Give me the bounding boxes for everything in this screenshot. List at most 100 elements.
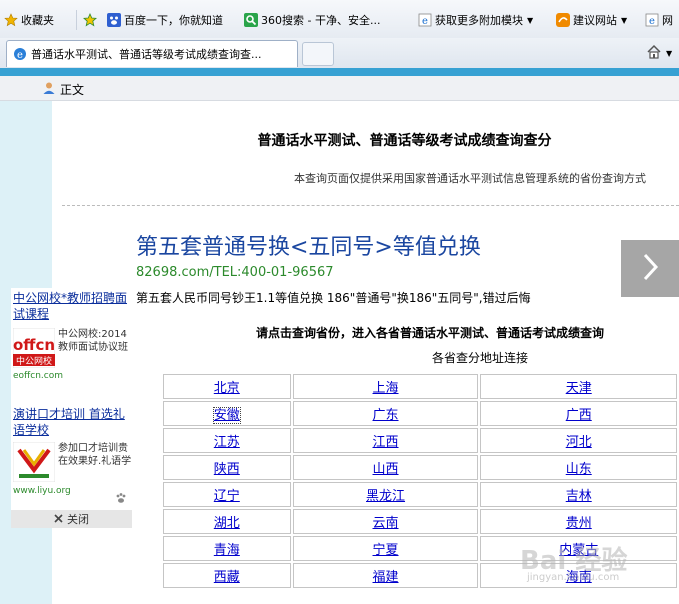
- province-link[interactable]: 广东: [373, 408, 399, 423]
- svg-text:e: e: [17, 50, 23, 61]
- province-cell: 江苏: [163, 428, 291, 453]
- user-icon: [42, 81, 56, 98]
- ad2-url[interactable]: www.liyu.org: [13, 486, 71, 496]
- watermark-url: jingyan.baidu.com: [527, 572, 620, 583]
- close-icon: [54, 513, 63, 526]
- dropdown-arrow-icon: ▼: [621, 15, 628, 25]
- province-link[interactable]: 黑龙江: [366, 489, 405, 504]
- ad1-text[interactable]: 中公网校:2014教师面试协议班: [58, 328, 132, 354]
- home-icon: [646, 44, 662, 63]
- province-link[interactable]: 宁夏: [373, 543, 399, 558]
- ie-icon: e: [13, 47, 27, 61]
- page-subtitle: 本查询页面仅提供采用国家普通话水平测试信息管理系统的省份查询方式: [294, 172, 646, 185]
- province-link[interactable]: 贵州: [566, 516, 592, 531]
- province-cell: 广东: [292, 401, 479, 426]
- table-row: 北京 上海 天津: [163, 374, 677, 399]
- favorites-button[interactable]: 收藏夹: [4, 12, 54, 28]
- province-cell: 北京: [163, 374, 291, 399]
- ad2-text[interactable]: 参加口才培训贵在效果好.礼语学: [58, 442, 132, 468]
- ad1-url[interactable]: eoffcn.com: [13, 371, 63, 381]
- province-cell: 宁夏: [292, 536, 479, 561]
- ad1-title[interactable]: 中公网校*教师招聘面试课程: [13, 290, 133, 322]
- liyu-logo[interactable]: [12, 441, 56, 483]
- table-row: 江苏 江西 河北: [163, 428, 677, 453]
- ad-url[interactable]: 82698.com/TEL:400-01-96567: [136, 265, 334, 280]
- province-link[interactable]: 北京: [214, 381, 240, 396]
- user-link[interactable]: 正文: [42, 81, 84, 98]
- chevron-right-icon: [640, 252, 660, 285]
- baidu-paw-icon: [107, 13, 121, 27]
- province-link[interactable]: 广西: [566, 408, 592, 423]
- province-cell: 贵州: [480, 509, 677, 534]
- province-cell: 天津: [480, 374, 677, 399]
- svg-text:中公网校: 中公网校: [16, 355, 52, 367]
- offcn-logo[interactable]: offcn 中公网校: [12, 327, 56, 369]
- province-link[interactable]: 湖北: [214, 516, 240, 531]
- table-row: 安徽 广东 广西: [163, 401, 677, 426]
- divider: [62, 205, 679, 206]
- dropdown-arrow-icon: ▼: [527, 15, 534, 25]
- province-cell: 江西: [292, 428, 479, 453]
- tab-active[interactable]: e 普通话水平测试、普通话等级考试成绩查询查...: [6, 40, 298, 67]
- province-link[interactable]: 云南: [373, 516, 399, 531]
- province-cell: 福建: [292, 563, 479, 588]
- province-link[interactable]: 山西: [373, 462, 399, 477]
- province-cell: 广西: [480, 401, 677, 426]
- add-favorite-button[interactable]: [83, 12, 100, 28]
- province-link[interactable]: 江苏: [214, 435, 240, 450]
- close-ad-button[interactable]: 关闭: [11, 510, 132, 528]
- star-add-icon: [83, 13, 97, 27]
- paw-icon: [115, 492, 127, 507]
- province-link[interactable]: 河北: [566, 435, 592, 450]
- province-cell: 山西: [292, 455, 479, 480]
- svg-text:e: e: [422, 16, 428, 27]
- province-link[interactable]: 山东: [566, 462, 592, 477]
- ad-description[interactable]: 第五套人民币同号钞王1.1等值兑换 186"普通号"换186"五同号",错过后悔: [136, 289, 531, 306]
- table-row: 辽宁 黑龙江 吉林: [163, 482, 677, 507]
- favorites-bar: 收藏夹 百度一下，你就知道 360搜索 - 干净、安全... e 获取更多附加模…: [0, 0, 679, 38]
- page-title: 普通话水平测试、普通话等级考试成绩查询查分: [257, 133, 552, 149]
- ie-icon: e: [645, 13, 659, 27]
- svg-text:e: e: [649, 16, 655, 27]
- ie-icon: e: [418, 13, 432, 27]
- province-link[interactable]: 辽宁: [214, 489, 240, 504]
- home-button[interactable]: ▼: [646, 44, 672, 63]
- province-cell: 云南: [292, 509, 479, 534]
- fav-item-web[interactable]: e 网: [645, 12, 673, 28]
- province-cell: 上海: [292, 374, 479, 399]
- query-heading: 请点击查询省份，进入各省普通话水平测试、普通话考试成绩查询: [256, 326, 605, 340]
- province-cell: 吉林: [480, 482, 677, 507]
- province-link[interactable]: 陕西: [214, 462, 240, 477]
- province-cell: 辽宁: [163, 482, 291, 507]
- fav-item-360[interactable]: 360搜索 - 干净、安全...: [244, 12, 380, 28]
- province-cell: 西藏: [163, 563, 291, 588]
- table-row: 陕西 山西 山东: [163, 455, 677, 480]
- province-link[interactable]: 青海: [214, 543, 240, 558]
- province-cell: 河北: [480, 428, 677, 453]
- province-cell: 安徽: [163, 401, 291, 426]
- floating-ad: 中公网校*教师招聘面试课程 offcn 中公网校 中公网校:2014教师面试协议…: [11, 288, 132, 528]
- province-cell: 陕西: [163, 455, 291, 480]
- query-subheading: 各省查分地址连接: [432, 351, 529, 365]
- sub-header-bar: [0, 76, 679, 101]
- province-link[interactable]: 上海: [373, 381, 399, 396]
- province-link[interactable]: 福建: [373, 570, 399, 585]
- new-tab-button[interactable]: [302, 42, 334, 66]
- ad-next-button[interactable]: [621, 240, 679, 297]
- fav-item-suggested[interactable]: 建议网站 ▼: [556, 12, 627, 28]
- province-link[interactable]: 西藏: [214, 570, 240, 585]
- province-cell: 湖北: [163, 509, 291, 534]
- dropdown-arrow-icon: ▼: [666, 49, 673, 58]
- ad2-title[interactable]: 演讲口才培训 首选礼语学校: [13, 406, 133, 438]
- province-link[interactable]: 天津: [566, 381, 592, 396]
- province-link[interactable]: 吉林: [566, 489, 592, 504]
- ad-title[interactable]: 第五套普通号换<五同号>等值兑换: [136, 229, 481, 261]
- province-cell: 山东: [480, 455, 677, 480]
- fav-item-addons[interactable]: e 获取更多附加模块 ▼: [418, 12, 533, 28]
- province-cell: 黑龙江: [292, 482, 479, 507]
- province-link[interactable]: 安徽: [212, 407, 241, 424]
- province-link[interactable]: 江西: [373, 435, 399, 450]
- star-icon: [4, 13, 18, 27]
- province-cell: 青海: [163, 536, 291, 561]
- fav-item-baidu[interactable]: 百度一下，你就知道: [107, 12, 223, 28]
